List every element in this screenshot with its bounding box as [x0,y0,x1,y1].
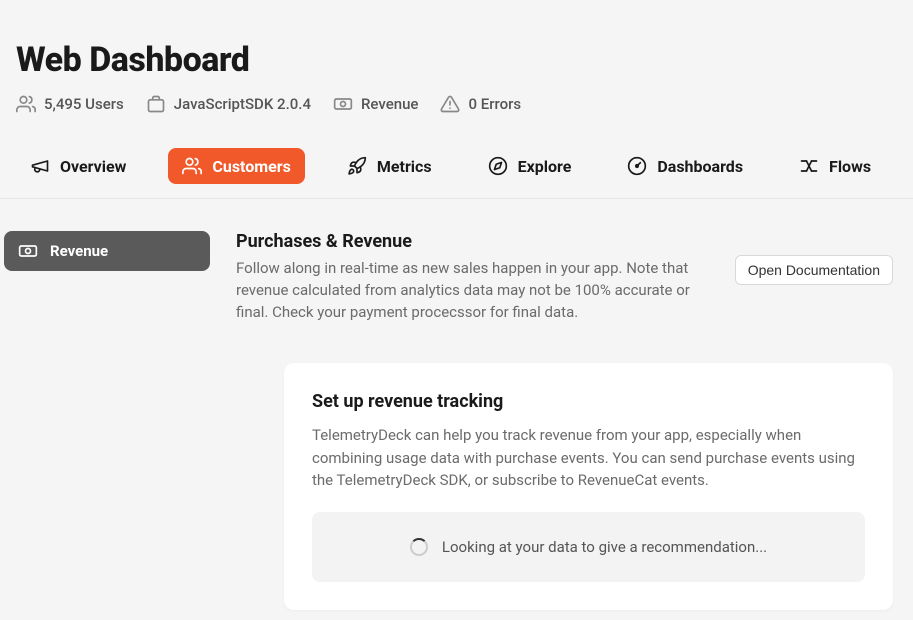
stat-users-text: 5,495 Users [44,95,124,113]
card-title: Set up revenue tracking [312,391,865,412]
rocket-icon [347,156,367,176]
tab-dashboards[interactable]: Dashboards [613,148,757,184]
warning-icon [440,94,460,114]
users-icon [182,156,202,176]
loading-text: Looking at your data to give a recommend… [442,538,767,556]
tab-customers[interactable]: Customers [168,148,304,184]
stat-users: 5,495 Users [16,94,124,114]
cash-icon [333,94,353,114]
stat-errors-text: 0 Errors [468,95,521,113]
main: Revenue Purchases & Revenue Follow along… [0,199,913,610]
stat-revenue: Revenue [333,94,419,114]
header: Web Dashboard 5,495 Users JavaScriptSDK … [0,0,913,114]
loading-box: Looking at your data to give a recommend… [312,512,865,582]
sidebar: Revenue [0,231,210,610]
card-description: TelemetryDeck can help you track revenue… [312,424,865,492]
tab-customers-label: Customers [212,157,290,176]
tab-overview[interactable]: Overview [16,148,140,184]
tab-dashboards-label: Dashboards [657,157,743,176]
users-icon [16,94,36,114]
tab-flows-label: Flows [829,157,871,176]
content-header: Purchases & Revenue Follow along in real… [236,231,893,323]
tab-metrics-label: Metrics [377,157,432,176]
open-documentation-button[interactable]: Open Documentation [735,255,893,285]
package-icon [146,94,166,114]
sidebar-item-label: Revenue [50,242,108,260]
tab-metrics[interactable]: Metrics [333,148,446,184]
stat-errors: 0 Errors [440,94,521,114]
content: Purchases & Revenue Follow along in real… [210,231,913,610]
sidebar-item-revenue[interactable]: Revenue [4,231,210,271]
content-header-text: Purchases & Revenue Follow along in real… [236,231,719,323]
tab-explore[interactable]: Explore [474,148,586,184]
flows-icon [799,156,819,176]
setup-card: Set up revenue tracking TelemetryDeck ca… [284,363,893,610]
section-description: Follow along in real-time as new sales h… [236,258,719,323]
spinner-icon [410,538,428,556]
page-title: Web Dashboard [16,40,897,80]
tab-flows[interactable]: Flows [785,148,885,184]
megaphone-icon [30,156,50,176]
gauge-icon [627,156,647,176]
cash-icon [18,241,38,261]
stat-sdk: JavaScriptSDK 2.0.4 [146,94,311,114]
stats-row: 5,495 Users JavaScriptSDK 2.0.4 Revenue … [16,94,897,114]
stat-sdk-text: JavaScriptSDK 2.0.4 [174,95,311,113]
tabs: Overview Customers Metrics Explore Dashb… [0,114,913,199]
section-title: Purchases & Revenue [236,231,719,252]
compass-icon [488,156,508,176]
tab-explore-label: Explore [518,157,572,176]
tab-overview-label: Overview [60,157,126,176]
stat-revenue-text: Revenue [361,95,419,113]
